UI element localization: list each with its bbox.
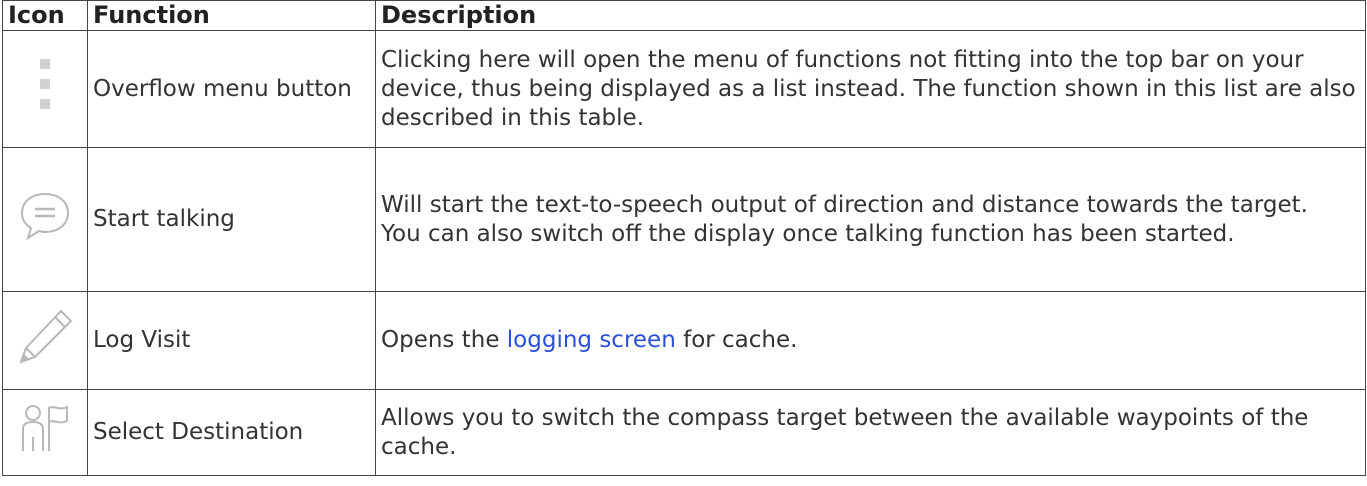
speech-bubble-icon (17, 188, 73, 252)
function-name: Start talking (87, 147, 376, 292)
header-icon: Icon (2, 0, 88, 31)
icon-cell (2, 30, 88, 148)
function-description: Allows you to switch the compass target … (375, 389, 1366, 476)
person-flag-icon (17, 401, 73, 465)
icon-cell (2, 291, 88, 390)
logging-screen-link[interactable]: logging screen (507, 327, 676, 353)
description-line: You can also switch off the display once… (381, 220, 1235, 247)
description-text: Opens the (381, 327, 507, 353)
function-description: Opens the logging screen for cache. (375, 291, 1366, 390)
description-text: for cache. (675, 327, 798, 353)
function-description: Will start the text-to-speech output of … (375, 147, 1366, 292)
table-row: Start talking Will start the text-to-spe… (2, 147, 1366, 292)
table-row: Select Destination Allows you to switch … (2, 389, 1366, 476)
header-description: Description (375, 0, 1366, 31)
icon-cell (2, 389, 88, 476)
table-row: Log Visit Opens the logging screen for c… (2, 291, 1366, 390)
function-name: Select Destination (87, 389, 376, 476)
function-description: Clicking here will open the menu of func… (375, 30, 1366, 148)
function-name: Overflow menu button (87, 30, 376, 148)
overflow-menu-icon (37, 55, 53, 123)
icon-cell (2, 147, 88, 292)
description-line: Will start the text-to-speech output of … (381, 191, 1308, 218)
function-name: Log Visit (87, 291, 376, 390)
table-header-row: Icon Function Description (2, 0, 1366, 31)
pencil-icon (13, 305, 77, 377)
table-row: Overflow menu button Clicking here will … (2, 30, 1366, 148)
header-function: Function (87, 0, 376, 31)
functions-table: Icon Function Description Overflow menu … (2, 0, 1366, 476)
